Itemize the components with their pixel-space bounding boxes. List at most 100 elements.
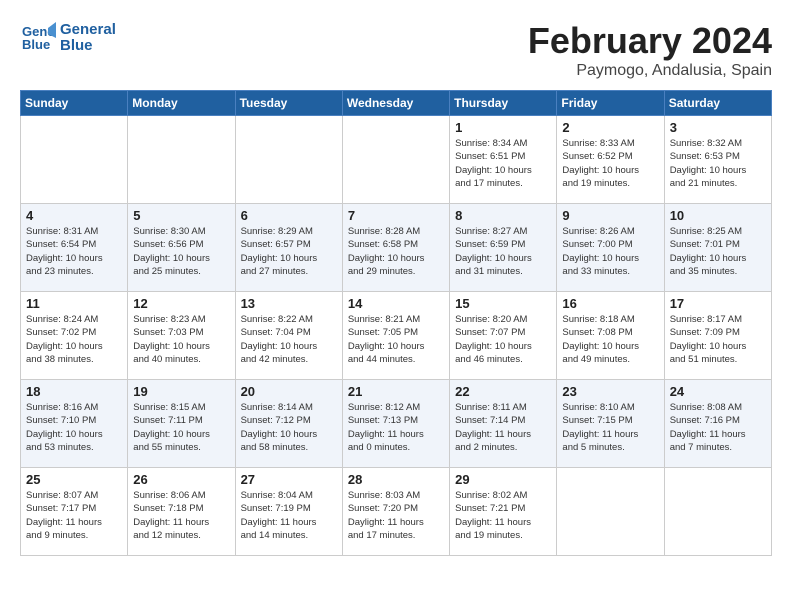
day-info: Sunrise: 8:04 AM Sunset: 7:19 PM Dayligh… — [241, 489, 337, 542]
day-info: Sunrise: 8:12 AM Sunset: 7:13 PM Dayligh… — [348, 401, 444, 454]
day-number: 3 — [670, 120, 766, 135]
day-number: 29 — [455, 472, 551, 487]
day-cell: 15Sunrise: 8:20 AM Sunset: 7:07 PM Dayli… — [450, 292, 557, 380]
day-number: 19 — [133, 384, 229, 399]
day-info: Sunrise: 8:22 AM Sunset: 7:04 PM Dayligh… — [241, 313, 337, 366]
weekday-header-tuesday: Tuesday — [235, 91, 342, 116]
weekday-header-saturday: Saturday — [664, 91, 771, 116]
day-cell: 1Sunrise: 8:34 AM Sunset: 6:51 PM Daylig… — [450, 116, 557, 204]
logo-icon: General Blue — [20, 20, 56, 56]
day-info: Sunrise: 8:14 AM Sunset: 7:12 PM Dayligh… — [241, 401, 337, 454]
day-info: Sunrise: 8:07 AM Sunset: 7:17 PM Dayligh… — [26, 489, 122, 542]
day-cell: 29Sunrise: 8:02 AM Sunset: 7:21 PM Dayli… — [450, 468, 557, 556]
day-number: 7 — [348, 208, 444, 223]
day-cell: 10 Sunrise: 8:25 AM Sunset: 7:01 PM Dayli… — [664, 204, 771, 292]
day-number: 15 — [455, 296, 551, 311]
day-number: 25 — [26, 472, 122, 487]
day-number: 5 — [133, 208, 229, 223]
weekday-header-sunday: Sunday — [21, 91, 128, 116]
day-info: Sunrise: 8:11 AM Sunset: 7:14 PM Dayligh… — [455, 401, 551, 454]
day-number: 4 — [26, 208, 122, 223]
day-cell: 25 Sunrise: 8:07 AM Sunset: 7:17 PM Dayli… — [21, 468, 128, 556]
day-number: 17 — [670, 296, 766, 311]
day-cell — [235, 116, 342, 204]
day-cell: 7 Sunrise: 8:28 AM Sunset: 6:58 PM Daylig… — [342, 204, 449, 292]
day-cell: 26Sunrise: 8:06 AM Sunset: 7:18 PM Dayli… — [128, 468, 235, 556]
title-block: February 2024 Paymogo, Andalusia, Spain — [528, 20, 772, 80]
day-number: 27 — [241, 472, 337, 487]
day-info: Sunrise: 8:10 AM Sunset: 7:15 PM Dayligh… — [562, 401, 658, 454]
day-number: 13 — [241, 296, 337, 311]
day-number: 24 — [670, 384, 766, 399]
day-info: Sunrise: 8:03 AM Sunset: 7:20 PM Dayligh… — [348, 489, 444, 542]
day-info: Sunrise: 8:18 AM Sunset: 7:08 PM Dayligh… — [562, 313, 658, 366]
day-cell: 27 Sunrise: 8:04 AM Sunset: 7:19 PM Dayli… — [235, 468, 342, 556]
weekday-header-friday: Friday — [557, 91, 664, 116]
svg-text:Blue: Blue — [22, 37, 50, 52]
day-info: Sunrise: 8:15 AM Sunset: 7:11 PM Dayligh… — [133, 401, 229, 454]
day-number: 10 — [670, 208, 766, 223]
week-row-1: 1Sunrise: 8:34 AM Sunset: 6:51 PM Daylig… — [21, 116, 772, 204]
day-info: Sunrise: 8:29 AM Sunset: 6:57 PM Dayligh… — [241, 225, 337, 278]
day-number: 9 — [562, 208, 658, 223]
day-cell: 18Sunrise: 8:16 AM Sunset: 7:10 PM Dayli… — [21, 380, 128, 468]
day-info: Sunrise: 8:21 AM Sunset: 7:05 PM Dayligh… — [348, 313, 444, 366]
week-row-5: 25 Sunrise: 8:07 AM Sunset: 7:17 PM Dayli… — [21, 468, 772, 556]
day-info: Sunrise: 8:34 AM Sunset: 6:51 PM Dayligh… — [455, 137, 551, 190]
day-number: 20 — [241, 384, 337, 399]
weekday-header-wednesday: Wednesday — [342, 91, 449, 116]
day-cell: 8 Sunrise: 8:27 AM Sunset: 6:59 PM Daylig… — [450, 204, 557, 292]
logo: General Blue General Blue — [20, 20, 116, 56]
weekday-header-monday: Monday — [128, 91, 235, 116]
day-cell: 11Sunrise: 8:24 AM Sunset: 7:02 PM Dayli… — [21, 292, 128, 380]
day-cell: 3 Sunrise: 8:32 AM Sunset: 6:53 PM Daylig… — [664, 116, 771, 204]
day-cell: 23 Sunrise: 8:10 AM Sunset: 7:15 PM Dayli… — [557, 380, 664, 468]
day-cell: 2 Sunrise: 8:33 AM Sunset: 6:52 PM Daylig… — [557, 116, 664, 204]
day-cell: 20 Sunrise: 8:14 AM Sunset: 7:12 PM Dayli… — [235, 380, 342, 468]
week-row-4: 18Sunrise: 8:16 AM Sunset: 7:10 PM Dayli… — [21, 380, 772, 468]
day-cell — [128, 116, 235, 204]
day-number: 2 — [562, 120, 658, 135]
day-number: 8 — [455, 208, 551, 223]
day-info: Sunrise: 8:32 AM Sunset: 6:53 PM Dayligh… — [670, 137, 766, 190]
logo-wordmark: General Blue — [60, 22, 116, 55]
location-title: Paymogo, Andalusia, Spain — [528, 62, 772, 80]
day-info: Sunrise: 8:25 AM Sunset: 7:01 PM Dayligh… — [670, 225, 766, 278]
day-cell — [664, 468, 771, 556]
day-number: 16 — [562, 296, 658, 311]
day-cell — [342, 116, 449, 204]
day-cell: 9 Sunrise: 8:26 AM Sunset: 7:00 PM Daylig… — [557, 204, 664, 292]
header: General Blue General Blue February 2024 … — [20, 20, 772, 80]
day-cell: 4Sunrise: 8:31 AM Sunset: 6:54 PM Daylig… — [21, 204, 128, 292]
day-cell: 14Sunrise: 8:21 AM Sunset: 7:05 PM Dayli… — [342, 292, 449, 380]
logo-line1: General — [60, 22, 116, 39]
calendar-table: SundayMondayTuesdayWednesdayThursdayFrid… — [20, 90, 772, 556]
day-cell: 21Sunrise: 8:12 AM Sunset: 7:13 PM Dayli… — [342, 380, 449, 468]
day-info: Sunrise: 8:24 AM Sunset: 7:02 PM Dayligh… — [26, 313, 122, 366]
day-info: Sunrise: 8:30 AM Sunset: 6:56 PM Dayligh… — [133, 225, 229, 278]
day-number: 12 — [133, 296, 229, 311]
day-cell: 17 Sunrise: 8:17 AM Sunset: 7:09 PM Dayli… — [664, 292, 771, 380]
month-title: February 2024 — [528, 20, 772, 62]
day-cell: 24 Sunrise: 8:08 AM Sunset: 7:16 PM Dayli… — [664, 380, 771, 468]
day-number: 26 — [133, 472, 229, 487]
day-cell: 16 Sunrise: 8:18 AM Sunset: 7:08 PM Dayli… — [557, 292, 664, 380]
day-info: Sunrise: 8:17 AM Sunset: 7:09 PM Dayligh… — [670, 313, 766, 366]
day-number: 23 — [562, 384, 658, 399]
day-cell: 19 Sunrise: 8:15 AM Sunset: 7:11 PM Dayli… — [128, 380, 235, 468]
day-cell: 5 Sunrise: 8:30 AM Sunset: 6:56 PM Daylig… — [128, 204, 235, 292]
day-number: 18 — [26, 384, 122, 399]
day-number: 28 — [348, 472, 444, 487]
weekday-header-thursday: Thursday — [450, 91, 557, 116]
day-cell: 22Sunrise: 8:11 AM Sunset: 7:14 PM Dayli… — [450, 380, 557, 468]
day-cell — [557, 468, 664, 556]
day-info: Sunrise: 8:33 AM Sunset: 6:52 PM Dayligh… — [562, 137, 658, 190]
week-row-2: 4Sunrise: 8:31 AM Sunset: 6:54 PM Daylig… — [21, 204, 772, 292]
day-info: Sunrise: 8:27 AM Sunset: 6:59 PM Dayligh… — [455, 225, 551, 278]
day-cell — [21, 116, 128, 204]
day-info: Sunrise: 8:26 AM Sunset: 7:00 PM Dayligh… — [562, 225, 658, 278]
day-info: Sunrise: 8:08 AM Sunset: 7:16 PM Dayligh… — [670, 401, 766, 454]
week-row-3: 11Sunrise: 8:24 AM Sunset: 7:02 PM Dayli… — [21, 292, 772, 380]
day-info: Sunrise: 8:28 AM Sunset: 6:58 PM Dayligh… — [348, 225, 444, 278]
day-info: Sunrise: 8:23 AM Sunset: 7:03 PM Dayligh… — [133, 313, 229, 366]
